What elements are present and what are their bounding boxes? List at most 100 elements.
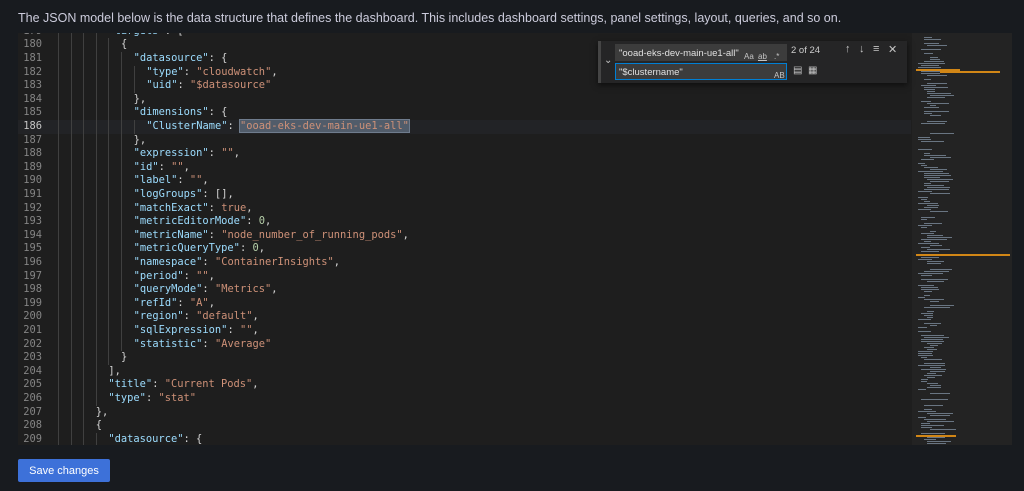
code-text: "type": "stat" (108, 392, 196, 406)
json-value: "cloudwatch" (196, 65, 272, 78)
replace-all-icon[interactable]: ▦ (808, 65, 817, 76)
replace-toggle-chevron-down-icon[interactable]: ⌄ (604, 55, 612, 66)
close-icon[interactable]: ✕ (888, 43, 897, 56)
minimap-line (921, 335, 944, 336)
code-line[interactable]: 205 "title": "Current Pods", (18, 378, 911, 392)
indent-guide (108, 201, 110, 216)
minimap-line (927, 91, 935, 92)
code-line[interactable]: 194 "metricName": "node_number_of_running… (18, 228, 911, 243)
code-text: }, (134, 134, 147, 148)
code-text: "period": "", (134, 270, 215, 284)
code-line[interactable]: 198 "queryMode": "Metrics", (18, 283, 911, 297)
indent-guide (133, 120, 135, 134)
code-line[interactable]: 209 "datasource": { (18, 432, 911, 445)
indent-guide (108, 296, 110, 311)
code-line[interactable]: 193 "metricEditorMode": 0, (18, 215, 911, 229)
code-line[interactable]: 199 "refId": "A", (18, 296, 911, 311)
code-line[interactable]: 200 "region": "default", (18, 310, 911, 324)
indent-guide (83, 432, 85, 445)
minimap-line (924, 61, 944, 62)
code-line[interactable]: 202 "statistic": "Average" (18, 337, 911, 352)
json-punctuation: }, (133, 133, 147, 146)
indent-guide (83, 296, 85, 311)
code-line[interactable]: 192 "matchExact": true, (18, 201, 911, 216)
minimap-line (918, 331, 931, 332)
indent-guide (58, 92, 59, 107)
minimap-line (924, 359, 942, 360)
indent-guide (70, 133, 72, 148)
save-changes-button[interactable]: Save changes (18, 459, 110, 482)
indent-guide (70, 120, 72, 134)
indent-guide (83, 419, 85, 433)
indent-guide (108, 79, 110, 93)
minimap-line (924, 155, 946, 156)
code-line[interactable]: 189 "id": "", (18, 160, 911, 175)
next-match-arrow-down-icon[interactable]: ↓ (859, 43, 865, 55)
code-line[interactable]: 201 "sqlExpression": "", (18, 324, 911, 338)
code-line[interactable]: 204], (18, 364, 911, 379)
indent-guide (95, 201, 97, 216)
code-line[interactable]: 195 "metricQueryType": 0, (18, 242, 911, 256)
json-punctuation: : { (208, 52, 228, 64)
indent-guide (70, 256, 72, 270)
indent-guide (121, 215, 122, 229)
line-number: 201 (23, 324, 42, 336)
minimap-line (924, 363, 945, 364)
line-number: 187 (23, 133, 42, 146)
find-in-selection-icon[interactable]: ≡ (873, 43, 879, 55)
replace-input[interactable]: "$clustername" AB (615, 63, 787, 80)
code-line[interactable]: 186 "ClusterName": "ooad-eks-dev-main-ue1… (18, 119, 911, 134)
minimap-line (924, 315, 933, 316)
json-key: "ClusterName" (146, 120, 228, 132)
indent-guide (70, 65, 72, 80)
json-code-editor[interactable]: 179"targets": [180{181"datasource": {182… (18, 33, 1012, 445)
indent-guide (121, 147, 122, 161)
code-text: "metricName": "node_number_of_running_po… (134, 229, 409, 243)
minimap[interactable] (912, 33, 1012, 445)
indent-guide (121, 283, 122, 297)
code-line[interactable]: 184}, (18, 92, 911, 107)
minimap-line (921, 65, 939, 66)
preserve-case-icon[interactable]: AB (774, 67, 785, 84)
json-punctuation: , (264, 215, 272, 228)
code-line[interactable]: 206 "type": "stat" (18, 392, 911, 406)
json-value: "" (189, 174, 203, 187)
minimap-line (921, 313, 933, 314)
indent-guide (70, 160, 72, 175)
minimap-line (930, 245, 942, 246)
indent-guide (108, 324, 110, 338)
json-punctuation: : (177, 296, 190, 309)
code-text: "matchExact": true, (134, 202, 253, 216)
indent-guide (95, 79, 97, 93)
replace-icon[interactable]: ▤ (793, 65, 802, 76)
minimap-line (924, 271, 949, 272)
previous-match-arrow-up-icon[interactable]: ↑ (845, 43, 851, 55)
code-line[interactable]: 191 "logGroups": [], (18, 188, 911, 202)
minimap-line (924, 87, 948, 88)
code-text: "metricQueryType": 0, (134, 242, 265, 256)
minimap-line (918, 63, 945, 64)
replace-input-value: "$clustername" (619, 67, 683, 78)
indent-guide (70, 419, 72, 433)
find-input[interactable]: "ooad-eks-dev-main-ue1-all" Aa ab .* (615, 44, 787, 61)
code-line[interactable]: 190 "label": "", (18, 174, 911, 188)
code-line[interactable]: 185 "dimensions": { (18, 106, 911, 120)
indent-guide (108, 283, 110, 297)
code-line[interactable]: 187}, (18, 133, 911, 148)
code-line[interactable]: 203} (18, 351, 911, 365)
json-key: "logGroups" (133, 188, 203, 200)
code-line[interactable]: 188 "expression": "", (18, 147, 911, 161)
code-line[interactable]: 207}, (18, 405, 911, 420)
json-value: "Average" (214, 337, 272, 350)
code-line[interactable]: 208 { (18, 419, 911, 433)
code-line[interactable]: 196 "namespace": "ContainerInsights", (18, 256, 911, 270)
indent-guide (83, 201, 85, 216)
minimap-line (924, 405, 943, 406)
line-number: 186 (23, 120, 42, 132)
indent-guide (108, 174, 110, 188)
minimap-line (921, 279, 948, 280)
json-punctuation: : { (208, 106, 228, 119)
indent-guide (121, 120, 122, 134)
code-text: "refId": "A", (134, 297, 215, 311)
code-line[interactable]: 197 "period": "", (18, 269, 911, 284)
